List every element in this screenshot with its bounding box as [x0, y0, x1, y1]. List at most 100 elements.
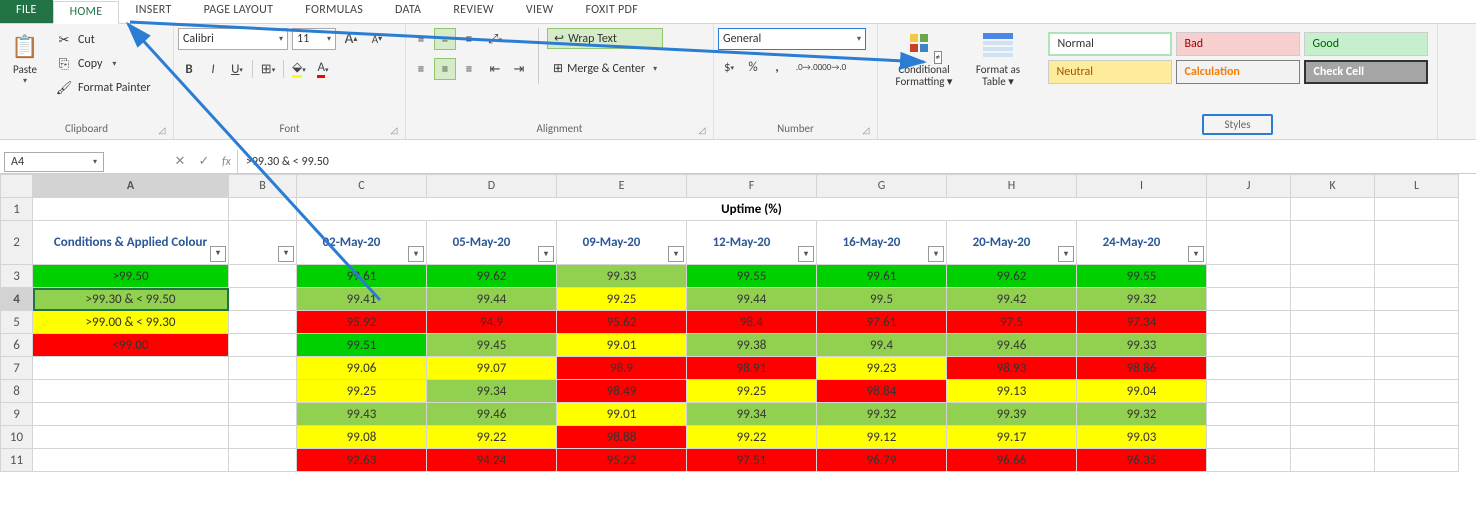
filter-button[interactable]: ▾: [538, 246, 554, 262]
cell-B3[interactable]: [229, 265, 297, 288]
format-painter-button[interactable]: 🖌Format Painter: [52, 78, 155, 98]
formula-input[interactable]: >99.30 & < 99.50: [237, 150, 1476, 173]
col-header-K[interactable]: K: [1291, 175, 1375, 198]
tab-home[interactable]: HOME: [53, 1, 120, 24]
row-header-2[interactable]: 2: [1, 221, 33, 265]
cell-E4[interactable]: 99.25: [557, 288, 687, 311]
col-header-D[interactable]: D: [427, 175, 557, 198]
cell-D11[interactable]: 94.24: [427, 449, 557, 472]
cancel-formula-button[interactable]: ✕: [168, 154, 192, 169]
cell-F3[interactable]: 99.55: [687, 265, 817, 288]
cell-E11[interactable]: 95.22: [557, 449, 687, 472]
bold-button[interactable]: B: [178, 58, 200, 80]
cell-B7[interactable]: [229, 357, 297, 380]
conditions-header[interactable]: Conditions & Applied Colour▾: [33, 221, 229, 265]
cell-K4[interactable]: [1291, 288, 1375, 311]
cell-G10[interactable]: 99.12: [817, 426, 947, 449]
style-check-cell[interactable]: Check Cell: [1304, 60, 1428, 84]
filter-button[interactable]: ▾: [798, 246, 814, 262]
italic-button[interactable]: I: [202, 58, 224, 80]
row-header-9[interactable]: 9: [1, 403, 33, 426]
cell-F9[interactable]: 99.34: [687, 403, 817, 426]
cell-J11[interactable]: [1207, 449, 1291, 472]
cell-A11[interactable]: [33, 449, 229, 472]
col-header-J[interactable]: J: [1207, 175, 1291, 198]
increase-decimal-button[interactable]: .0→.00: [798, 56, 820, 78]
cell-L11[interactable]: [1375, 449, 1459, 472]
cell-D10[interactable]: 99.22: [427, 426, 557, 449]
filter-button[interactable]: ▾: [210, 246, 226, 262]
cell-F5[interactable]: 98.4: [687, 311, 817, 334]
cell-C10[interactable]: 99.08: [297, 426, 427, 449]
paste-button[interactable]: 📋 Paste ▾: [4, 28, 46, 88]
cell-F11[interactable]: 97.51: [687, 449, 817, 472]
select-all-corner[interactable]: [1, 175, 33, 198]
conditional-formatting-button[interactable]: ≠ Conditional Formatting ▾: [886, 28, 962, 90]
tab-view[interactable]: VIEW: [510, 0, 570, 23]
cell-I4[interactable]: 99.32: [1077, 288, 1207, 311]
cell-L6[interactable]: [1375, 334, 1459, 357]
cell-H10[interactable]: 99.17: [947, 426, 1077, 449]
cell-I7[interactable]: 98.86: [1077, 357, 1207, 380]
cell-J1[interactable]: [1207, 198, 1291, 221]
fx-label[interactable]: fx: [216, 155, 237, 169]
underline-button[interactable]: U▾: [226, 58, 248, 80]
cell-E9[interactable]: 99.01: [557, 403, 687, 426]
tab-review[interactable]: REVIEW: [437, 0, 510, 23]
decrease-font-button[interactable]: A▾: [366, 28, 388, 50]
col-header-B[interactable]: B: [229, 175, 297, 198]
cell-L10[interactable]: [1375, 426, 1459, 449]
date-header-3[interactable]: 12-May-20▾: [687, 221, 817, 265]
condition-0[interactable]: >99.50: [33, 265, 229, 288]
cell-G6[interactable]: 99.4: [817, 334, 947, 357]
cell-J2[interactable]: [1207, 221, 1291, 265]
style-good[interactable]: Good: [1304, 32, 1428, 56]
cell-A7[interactable]: [33, 357, 229, 380]
cell-E3[interactable]: 99.33: [557, 265, 687, 288]
cut-button[interactable]: ✂Cut: [52, 30, 155, 50]
cell-B6[interactable]: [229, 334, 297, 357]
alignment-launcher-icon[interactable]: ◿: [697, 125, 707, 135]
cell-J9[interactable]: [1207, 403, 1291, 426]
tab-file[interactable]: FILE: [0, 0, 53, 23]
row-header-1[interactable]: 1: [1, 198, 33, 221]
clipboard-launcher-icon[interactable]: ◿: [157, 125, 167, 135]
fill-color-button[interactable]: ⬙▾: [288, 58, 310, 80]
cell-I9[interactable]: 99.32: [1077, 403, 1207, 426]
cell-H3[interactable]: 99.62: [947, 265, 1077, 288]
cell-E6[interactable]: 99.01: [557, 334, 687, 357]
cell-J4[interactable]: [1207, 288, 1291, 311]
cell-F6[interactable]: 99.38: [687, 334, 817, 357]
cell-E5[interactable]: 95.62: [557, 311, 687, 334]
cell-H5[interactable]: 97.5: [947, 311, 1077, 334]
font-launcher-icon[interactable]: ◿: [389, 125, 399, 135]
row-header-10[interactable]: 10: [1, 426, 33, 449]
cell-C7[interactable]: 99.06: [297, 357, 427, 380]
cell-J7[interactable]: [1207, 357, 1291, 380]
font-color-button[interactable]: A▾: [312, 58, 334, 80]
row-header-4[interactable]: 4: [1, 288, 33, 311]
cell-F7[interactable]: 98.91: [687, 357, 817, 380]
cell-D9[interactable]: 99.46: [427, 403, 557, 426]
accounting-button[interactable]: $▾: [718, 56, 740, 78]
cell-C3[interactable]: 99.61: [297, 265, 427, 288]
decrease-indent-button[interactable]: ⇤: [484, 58, 506, 80]
cell-B5[interactable]: [229, 311, 297, 334]
style-normal[interactable]: Normal: [1048, 32, 1172, 56]
align-left-button[interactable]: ≡: [410, 58, 432, 80]
cell-L5[interactable]: [1375, 311, 1459, 334]
cell-B10[interactable]: [229, 426, 297, 449]
merge-center-button[interactable]: ⊞Merge & Center▾: [547, 59, 663, 78]
cell-L8[interactable]: [1375, 380, 1459, 403]
cell-J6[interactable]: [1207, 334, 1291, 357]
number-format-combo[interactable]: General▾: [718, 28, 866, 50]
cell-B11[interactable]: [229, 449, 297, 472]
cell-G4[interactable]: 99.5: [817, 288, 947, 311]
cell-D3[interactable]: 99.62: [427, 265, 557, 288]
cell-A8[interactable]: [33, 380, 229, 403]
row-header-3[interactable]: 3: [1, 265, 33, 288]
cell-C11[interactable]: 92.63: [297, 449, 427, 472]
cell-J10[interactable]: [1207, 426, 1291, 449]
filter-button[interactable]: ▾: [668, 246, 684, 262]
cell-I8[interactable]: 99.04: [1077, 380, 1207, 403]
